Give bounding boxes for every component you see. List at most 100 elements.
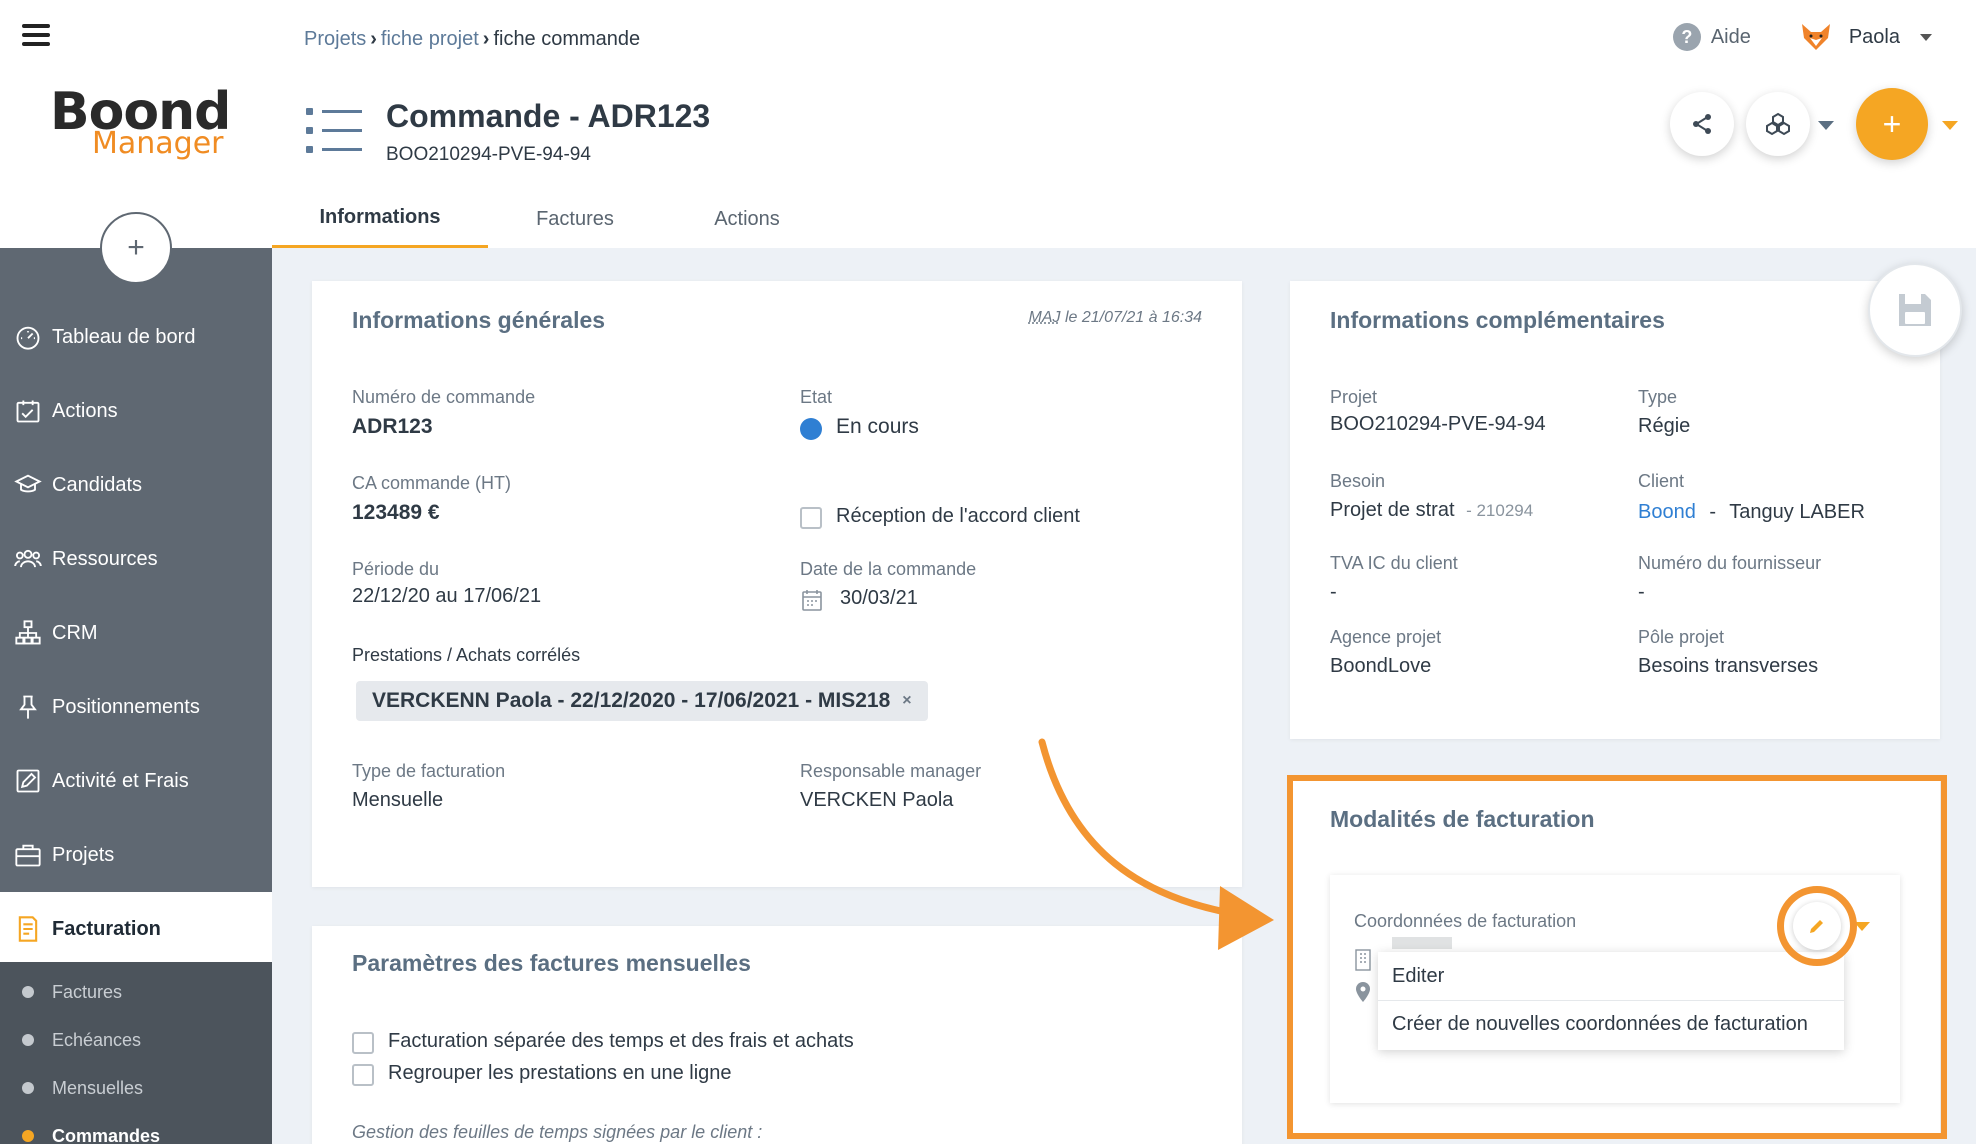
sidebar-item-label: Projets: [52, 843, 115, 866]
sidebar: Boond Manager + Tableau de bord Actions …: [0, 0, 272, 1144]
sidebar-item-label: Candidats: [52, 473, 143, 496]
sidebar-item-label: Facturation: [52, 917, 161, 940]
card-title: Paramètres des factures mensuelles: [352, 950, 751, 976]
state-dot-icon: [800, 418, 822, 440]
type-value: Régie: [1638, 415, 1691, 437]
user-menu-caret-icon[interactable]: [1920, 33, 1932, 41]
sidebar-item-resources[interactable]: Ressources: [0, 522, 272, 596]
sidebar-item-projects[interactable]: Projets: [0, 818, 272, 892]
subnav-item-label: Mensuelles: [52, 1077, 144, 1098]
apps-button[interactable]: [1746, 92, 1810, 156]
tab-informations[interactable]: Informations: [272, 190, 488, 248]
need-name: Projet de strat: [1330, 499, 1455, 521]
sidebar-item-label: Positionnements: [52, 695, 200, 718]
boond-manager-logo: Boond Manager: [50, 82, 231, 162]
add-button[interactable]: +: [1856, 88, 1928, 160]
subnav-item-schedules[interactable]: Echéances: [0, 1016, 272, 1064]
location-pin-icon: [1356, 982, 1370, 1002]
period-value: 22/12/20 au 17/06/21: [352, 585, 542, 607]
calendar-check-icon: [16, 400, 40, 423]
coordinates-dropdown-menu: Editer Créer de nouvelles coordonnées de…: [1378, 952, 1844, 1050]
sidebar-item-activity[interactable]: Activité et Frais: [0, 744, 272, 818]
breadcrumb-current: fiche commande: [493, 28, 641, 50]
vat-value: -: [1330, 581, 1337, 603]
user-avatar-fox-icon[interactable]: [1799, 20, 1833, 54]
sidebar-item-dashboard[interactable]: Tableau de bord: [0, 300, 272, 374]
order-number-label: Numéro de commande: [352, 387, 536, 407]
calendar-icon[interactable]: [802, 589, 822, 611]
subnav-item-orders[interactable]: Commandes: [0, 1112, 272, 1144]
group-prestations-checkbox[interactable]: [352, 1064, 374, 1086]
billing-type-value: Mensuelle: [352, 789, 444, 811]
sidebar-item-crm[interactable]: CRM: [0, 596, 272, 670]
billing-coordinates-label: Coordonnées de facturation: [1354, 911, 1577, 931]
hamburger-menu-icon[interactable]: [22, 24, 50, 46]
accord-label[interactable]: Réception de l'accord client: [836, 505, 1080, 528]
timesheet-note: Gestion des feuilles de temps signées pa…: [352, 1122, 763, 1142]
help-icon[interactable]: ?: [1672, 23, 1701, 51]
order-date-value[interactable]: 30/03/21: [840, 587, 918, 610]
tab-factures[interactable]: Factures: [488, 190, 662, 248]
client-contact-link[interactable]: Tanguy LABER: [1729, 501, 1865, 523]
remove-chip-icon[interactable]: ×: [902, 692, 911, 710]
apps-caret-icon[interactable]: [1818, 121, 1834, 130]
prestation-chip[interactable]: VERCKENN Paola - 22/12/2020 - 17/06/2021…: [356, 681, 928, 721]
page-title: Commande - ADR123: [386, 98, 711, 134]
subnav-item-label: Echéances: [52, 1029, 142, 1050]
pole-value: Besoins transverses: [1638, 655, 1819, 677]
breadcrumb: Projets › fiche projet › fiche commande: [304, 28, 640, 51]
breadcrumb-projects[interactable]: Projets: [304, 28, 366, 51]
cubes-icon: [1766, 112, 1790, 136]
share-button[interactable]: [1670, 92, 1734, 156]
user-name[interactable]: Paola: [1849, 26, 1900, 49]
billing-subnav: Factures Echéances Mensuelles Commandes: [0, 962, 272, 1144]
sidebar-item-billing[interactable]: Facturation: [0, 892, 272, 966]
building-icon: [1355, 949, 1371, 971]
accord-checkbox[interactable]: [800, 507, 822, 529]
plus-icon: +: [1882, 105, 1902, 142]
tab-actions[interactable]: Actions: [662, 190, 832, 248]
menu-item-edit[interactable]: Editer: [1378, 952, 1844, 1000]
edit-coordinates-button[interactable]: [1793, 902, 1841, 950]
complementary-info-card: Informations complémentaires Projet BOO2…: [1290, 281, 1940, 739]
invoice-icon: [18, 916, 38, 942]
add-caret-icon[interactable]: [1942, 121, 1958, 130]
subnav-item-monthly[interactable]: Mensuelles: [0, 1064, 272, 1112]
menu-item-create-coordinates[interactable]: Créer de nouvelles coordonnées de factur…: [1378, 1000, 1844, 1048]
edit-highlight-ring: [1777, 886, 1857, 966]
supplier-number-value: -: [1638, 581, 1645, 603]
prestation-chip-label: VERCKENN Paola - 22/12/2020 - 17/06/2021…: [372, 689, 891, 712]
maj-date: le 21/07/21 à 16:34: [1064, 309, 1202, 326]
page-subtitle: BOO210294-PVE-94-94: [386, 144, 591, 165]
agency-label: Agence projet: [1330, 627, 1442, 647]
sidebar-item-actions[interactable]: Actions: [0, 374, 272, 448]
state-label: Etat: [800, 387, 833, 407]
card-title: Informations complémentaires: [1330, 307, 1665, 333]
client-company-link[interactable]: Boond: [1638, 501, 1696, 523]
dashboard-gauge-icon: [16, 326, 40, 350]
need-ref: - 210294: [1466, 501, 1534, 520]
last-update: MAJ le 21/07/21 à 16:34: [1029, 309, 1202, 327]
bullet-icon: [22, 1082, 34, 1094]
period-label: Période du: [352, 559, 440, 579]
briefcase-icon: [15, 844, 41, 867]
sidebar-item-candidates[interactable]: Candidats: [0, 448, 272, 522]
sidebar-item-label: Tableau de bord: [52, 325, 196, 348]
plus-icon: +: [127, 231, 145, 264]
breadcrumb-project-sheet[interactable]: fiche projet: [381, 28, 479, 51]
subnav-item-label: Commandes: [52, 1125, 161, 1144]
logo-sub: Manager: [92, 126, 224, 161]
subnav-item-invoices[interactable]: Factures: [0, 968, 272, 1016]
sidebar-item-positioning[interactable]: Positionnements: [0, 670, 272, 744]
client-value: Boond - Tanguy LABER: [1638, 501, 1865, 524]
sidebar-item-label: Ressources: [52, 547, 158, 570]
separate-billing-label[interactable]: Facturation séparée des temps et des fra…: [388, 1030, 854, 1053]
group-prestations-label[interactable]: Regrouper les prestations en une ligne: [388, 1062, 732, 1085]
obscured-company-text: [1392, 937, 1452, 949]
separate-billing-checkbox[interactable]: [352, 1032, 374, 1054]
help-link[interactable]: Aide: [1711, 26, 1751, 49]
quick-add-button[interactable]: +: [100, 212, 172, 284]
save-button[interactable]: [1868, 263, 1962, 357]
edit-square-icon: [16, 769, 40, 793]
state-value[interactable]: En cours: [836, 415, 919, 439]
